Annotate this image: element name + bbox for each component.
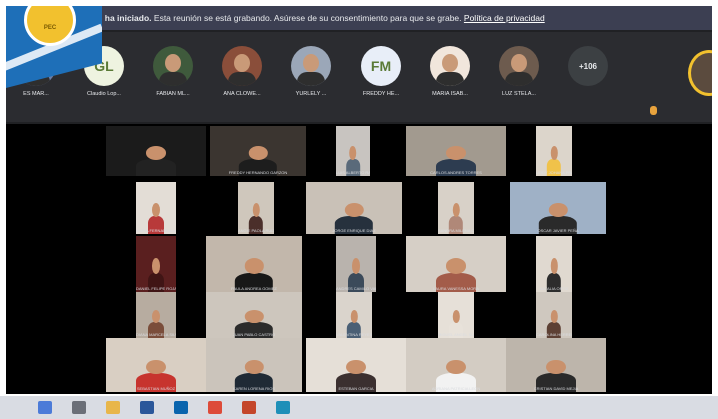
- participant-label: VALENTINA REYES: [336, 332, 372, 337]
- participant-label: OSCAR JAVIER PEÑA: [537, 228, 579, 233]
- participant-avatar[interactable]: FABIAN ML...: [143, 46, 203, 97]
- avatar: [222, 46, 262, 86]
- participant-label: DIANA MARCELA SILVA: [136, 332, 176, 337]
- video-tile[interactable]: CAROLINA HERRERA: [536, 292, 572, 338]
- participant-avatar[interactable]: LUZ STELA...: [489, 46, 549, 97]
- participant-avatar[interactable]: MARIA ISAB...: [420, 46, 480, 97]
- windows-taskbar: [0, 396, 718, 419]
- avatar: [430, 46, 470, 86]
- participant-label: ANGIE PAOLA RUIZ: [238, 228, 274, 233]
- video-tile[interactable]: MIGUEL ANGEL SUAREZ: [438, 292, 474, 338]
- participant-label: DANIEL FELIPE ROJAS: [136, 286, 176, 291]
- participant-label: MARIA FERNANDA LOPEZ: [136, 228, 176, 233]
- video-tile[interactable]: ANDRES CAMILO VARGAS: [336, 236, 376, 292]
- participant-name: MARIA ISAB...: [432, 91, 468, 97]
- participant-label: LEIDY JOHANA PRADA: [536, 170, 572, 175]
- participant-label: LUIS ALBERTO RAMIREZ: [336, 170, 370, 175]
- meet-window: Se ha iniciado. Esta reunión se está gra…: [6, 6, 712, 394]
- privacy-policy-link[interactable]: Política de privacidad: [464, 13, 545, 23]
- participant-name: Claudio Lop...: [87, 91, 121, 97]
- avatar-initials: FM: [370, 58, 392, 74]
- video-tile[interactable]: LUIS ALBERTO RAMIREZ: [336, 126, 370, 176]
- participant-grid: FREDDY HERNANDO GARZON LUIS ALBERTO RAMIR…: [6, 124, 712, 394]
- participant-name: ES MAR...: [23, 91, 49, 97]
- video-tile[interactable]: JORGE ENRIQUE DIAZ: [306, 182, 402, 234]
- participant-video: [136, 146, 176, 176]
- participant-label: KAREN LORENA RIOS: [232, 386, 275, 391]
- participant-label: PAULA ANDREA GOMEZ: [231, 286, 277, 291]
- chrome-icon[interactable]: [208, 401, 222, 414]
- video-tile[interactable]: PAULA ANDREA GOMEZ: [206, 236, 302, 292]
- participant-avatar[interactable]: YURLELY ...: [281, 46, 341, 97]
- video-tile[interactable]: MARIA FERNANDA LOPEZ: [136, 182, 176, 234]
- video-tile[interactable]: DANIEL FELIPE ROJAS: [136, 236, 176, 292]
- participant-label: CAROLINA HERRERA: [536, 332, 572, 337]
- video-tile[interactable]: CARLOS ANDRES TORRES: [406, 126, 506, 176]
- raised-hand-icon: [650, 106, 657, 115]
- participant-label: SEBASTIAN MUÑOZ: [136, 386, 176, 391]
- video-tile[interactable]: JUAN PABLO CASTRO: [206, 292, 302, 338]
- avatar: [499, 46, 539, 86]
- participant-avatar[interactable]: FM FREDDY HE...: [351, 46, 411, 97]
- participant-strip: ES MAR... GL Claudio Lop... FABIAN ML... ANA…: [6, 32, 712, 122]
- participant-label: MIGUEL ANGEL SUAREZ: [438, 332, 474, 337]
- video-tile[interactable]: VALENTINA REYES: [336, 292, 372, 338]
- video-tile[interactable]: DIANA MARCELA SILVA: [136, 292, 176, 338]
- recording-notice: Se ha iniciado. Esta reunión se está gra…: [92, 13, 545, 23]
- participant-avatar[interactable]: +106: [558, 46, 618, 86]
- participant-avatar[interactable]: ANA CLOWE...: [212, 46, 272, 97]
- participant-name: FABIAN ML...: [156, 91, 190, 97]
- participant-label: LAURA VANESSA MORA: [433, 286, 479, 291]
- avatar-initials: +106: [578, 61, 598, 71]
- video-tile[interactable]: NATALIA ORTIZ: [536, 236, 572, 292]
- participant-label: ANDRES CAMILO VARGAS: [336, 286, 376, 291]
- participant-name: YURLELY ...: [295, 91, 327, 97]
- recording-banner: Se ha iniciado. Esta reunión se está gra…: [6, 6, 712, 30]
- participant-label: SANDRA MILENA CRUZ: [438, 228, 474, 233]
- avatar: FM: [361, 46, 401, 86]
- windows-start-icon[interactable]: [38, 401, 52, 414]
- participant-name: ANA CLOWE...: [223, 91, 261, 97]
- video-tile[interactable]: KAREN LORENA RIOS: [206, 338, 302, 392]
- video-tile[interactable]: [106, 126, 206, 176]
- participant-label: JORGE ENRIQUE DIAZ: [332, 228, 376, 233]
- video-tile[interactable]: OSCAR JAVIER PEÑA: [510, 182, 606, 234]
- participant-label: ADRIANA PATRICIA LEON: [431, 386, 481, 391]
- video-tile[interactable]: ESTEBAN GARCIA: [306, 338, 406, 392]
- participant-name: LUZ STELA...: [502, 91, 536, 97]
- avatar: [153, 46, 193, 86]
- video-tile[interactable]: ADRIANA PATRICIA LEON: [406, 338, 506, 392]
- avatar: [291, 46, 331, 86]
- participant-label: ESTEBAN GARCIA: [338, 386, 374, 391]
- video-tile[interactable]: SEBASTIAN MUÑOZ: [106, 338, 206, 392]
- video-tile[interactable]: ANGIE PAOLA RUIZ: [238, 182, 274, 234]
- video-tile[interactable]: LEIDY JOHANA PRADA: [536, 126, 572, 176]
- file-explorer-icon[interactable]: [106, 401, 120, 414]
- video-tile[interactable]: FREDDY HERNANDO GARZON: [210, 126, 306, 176]
- participant-name: FREDDY HE...: [362, 91, 400, 97]
- participant-label: FREDDY HERNANDO GARZON: [228, 170, 288, 175]
- video-tile[interactable]: LAURA VANESSA MORA: [406, 236, 506, 292]
- participant-label: NATALIA ORTIZ: [539, 286, 569, 291]
- avatar: +106: [568, 46, 608, 86]
- word-icon[interactable]: [140, 401, 154, 414]
- outlook-icon[interactable]: [174, 401, 188, 414]
- edge-icon[interactable]: [276, 401, 290, 414]
- participant-label: CARLOS ANDRES TORRES: [430, 170, 482, 175]
- video-tile[interactable]: SANDRA MILENA CRUZ: [438, 182, 474, 234]
- video-tile[interactable]: CRISTIAN DAVID MEJIA: [506, 338, 606, 392]
- participant-label: JUAN PABLO CASTRO: [232, 332, 276, 337]
- powerpoint-icon[interactable]: [242, 401, 256, 414]
- participant-label: CRISTIAN DAVID MEJIA: [533, 386, 579, 391]
- search-icon[interactable]: [72, 401, 86, 414]
- self-view[interactable]: [688, 50, 712, 96]
